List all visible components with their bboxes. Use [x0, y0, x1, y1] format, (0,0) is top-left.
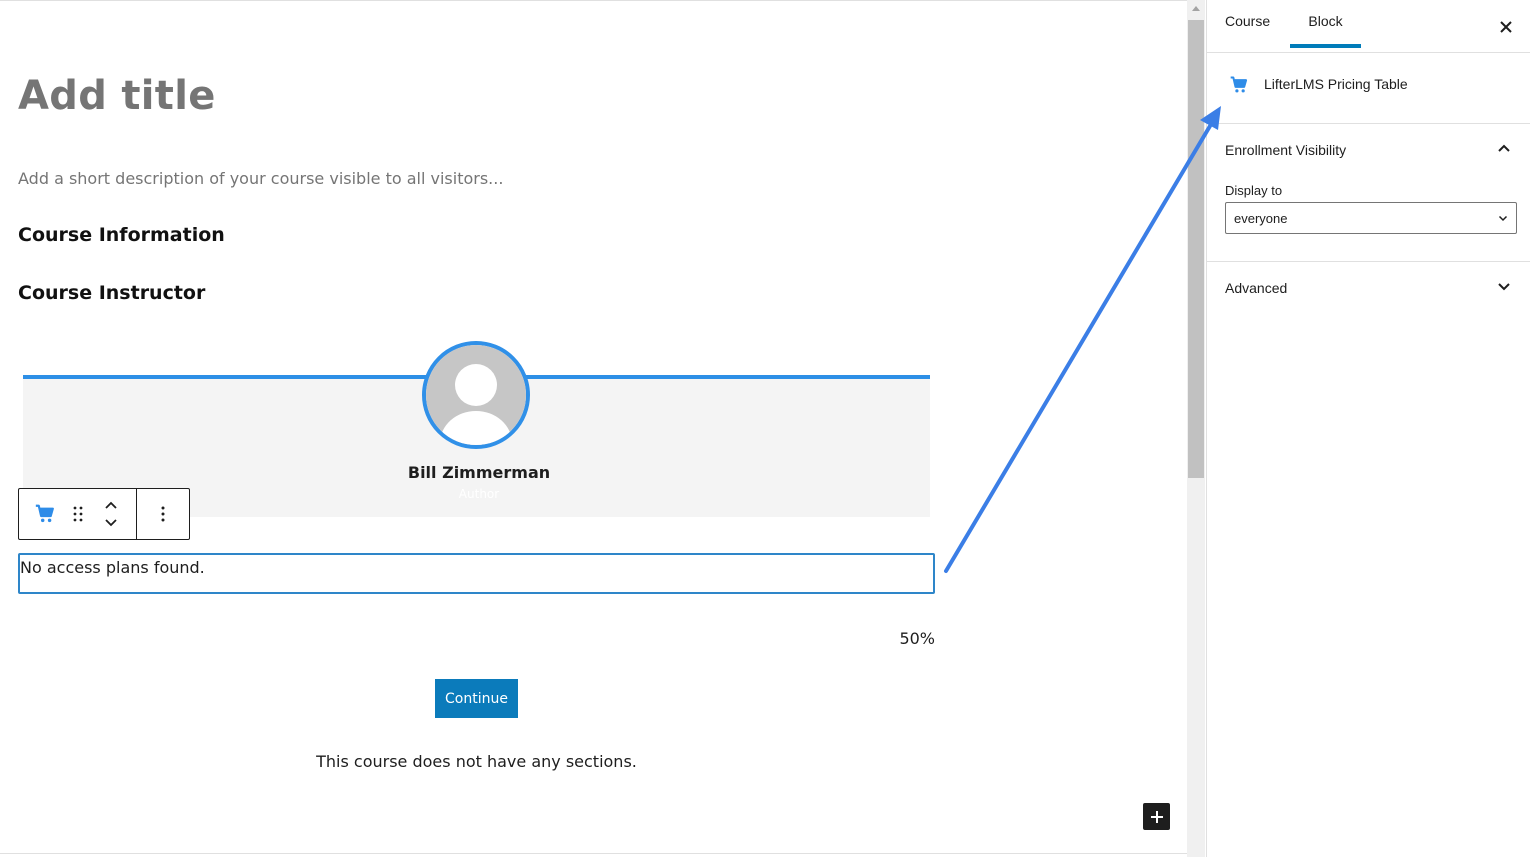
- instructor-avatar: [422, 341, 530, 449]
- chevron-up-down-icon: [105, 501, 117, 527]
- move-block-buttons[interactable]: [99, 489, 123, 539]
- close-icon: [1500, 21, 1512, 33]
- editor-bottom-divider: [0, 853, 1187, 854]
- display-to-select[interactable]: everyone: [1225, 202, 1517, 234]
- scroll-up-arrow-icon[interactable]: [1192, 6, 1200, 11]
- post-title-input[interactable]: Add title: [18, 73, 216, 119]
- block-toolbar: [18, 488, 190, 540]
- instructor-name: Bill Zimmerman: [407, 463, 551, 482]
- display-to-label: Display to: [1225, 183, 1283, 198]
- avatar-placeholder-icon: [426, 345, 526, 445]
- course-information-heading[interactable]: Course Information: [18, 224, 225, 246]
- tab-block[interactable]: Block: [1290, 0, 1361, 48]
- enrollment-visibility-toggle[interactable]: Enrollment Visibility: [1225, 142, 1346, 158]
- cart-icon: [35, 504, 54, 523]
- sidebar-tabs: Course Block: [1207, 0, 1530, 53]
- plus-icon: [1150, 810, 1163, 823]
- chevron-down-icon[interactable]: [1497, 280, 1511, 294]
- drag-handle-button[interactable]: [67, 489, 89, 539]
- block-type-button[interactable]: [31, 489, 59, 539]
- add-block-button[interactable]: [1143, 803, 1170, 830]
- no-sections-message: This course does not have any sections.: [316, 752, 637, 771]
- pricing-table-block[interactable]: No access plans found.: [18, 553, 935, 594]
- course-progress-text: 50%: [899, 629, 935, 648]
- tab-course[interactable]: Course: [1225, 0, 1270, 49]
- toolbar-separator: [136, 489, 137, 539]
- pricing-table-message: No access plans found.: [20, 558, 205, 577]
- continue-button[interactable]: Continue: [435, 679, 518, 718]
- cart-icon: [1230, 76, 1248, 93]
- more-vertical-icon: [161, 506, 165, 522]
- course-description-input[interactable]: Add a short description of your course v…: [18, 169, 503, 188]
- advanced-toggle[interactable]: Advanced: [1225, 280, 1287, 296]
- editor-canvas: Add title Add a short description of you…: [0, 0, 1187, 857]
- editor-scrollbar[interactable]: [1187, 0, 1205, 857]
- drag-handle-icon: [73, 506, 83, 522]
- course-instructor-heading[interactable]: Course Instructor: [18, 282, 205, 304]
- chevron-up-icon[interactable]: [1497, 141, 1511, 155]
- block-card: LifterLMS Pricing Table: [1207, 53, 1530, 124]
- display-to-value: everyone: [1234, 210, 1288, 226]
- settings-sidebar: Course Block LifterLMS Pricing Table Enr…: [1206, 0, 1530, 857]
- chevron-down-icon: [1498, 215, 1508, 222]
- scrollbar-thumb[interactable]: [1188, 20, 1204, 478]
- block-name: LifterLMS Pricing Table: [1264, 76, 1408, 92]
- close-sidebar-button[interactable]: [1497, 18, 1515, 36]
- enrollment-visibility-panel: Enrollment Visibility Display to everyon…: [1207, 124, 1530, 262]
- advanced-panel: Advanced: [1207, 262, 1530, 312]
- block-options-button[interactable]: [149, 489, 177, 539]
